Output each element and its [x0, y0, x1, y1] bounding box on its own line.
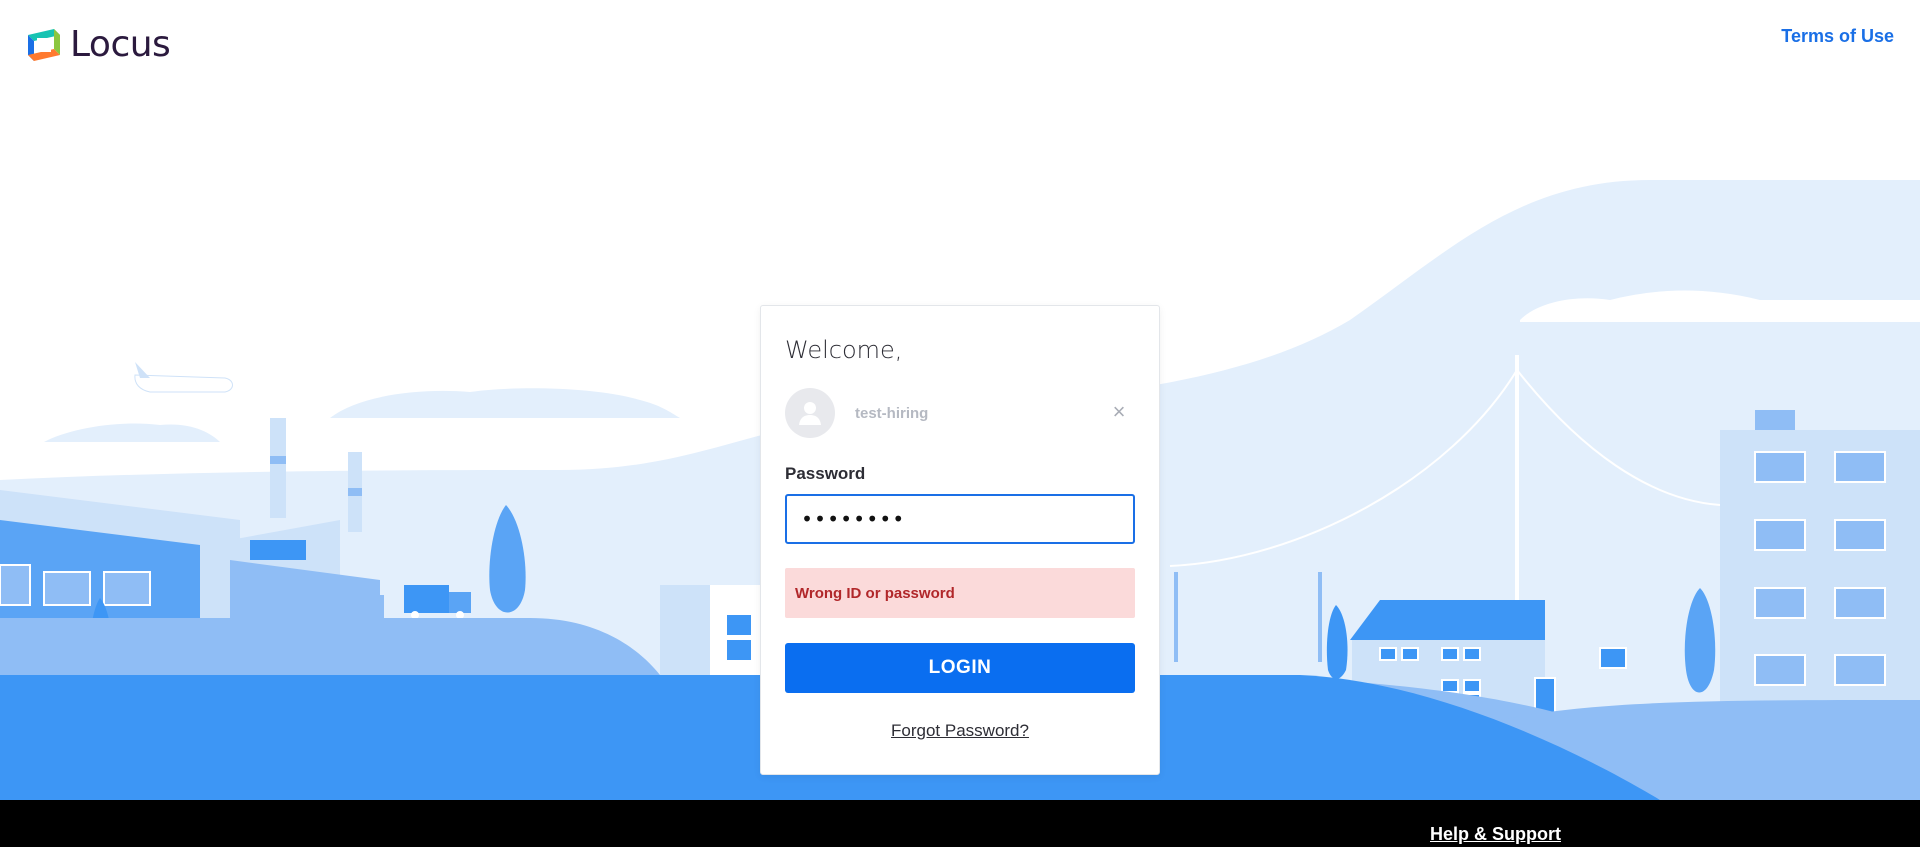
avatar — [785, 388, 835, 438]
locus-logo-icon — [28, 28, 60, 61]
error-alert: Wrong ID or password — [785, 568, 1135, 618]
login-card: Welcome, test-hiring × Password Wrong ID… — [760, 305, 1160, 775]
locus-logo[interactable]: Locus — [24, 24, 171, 65]
login-page: Locus Terms of Use Welcome, test-hiring … — [0, 0, 1920, 847]
help-support-link[interactable]: Help & Support — [1430, 824, 1561, 845]
welcome-heading: Welcome, — [785, 336, 903, 364]
user-icon — [799, 402, 821, 425]
password-input[interactable] — [785, 494, 1135, 544]
terms-of-use-link[interactable]: Terms of Use — [1781, 26, 1894, 47]
login-button[interactable]: LOGIN — [785, 643, 1135, 693]
forgot-password-link[interactable]: Forgot Password? — [785, 721, 1135, 741]
error-message: Wrong ID or password — [795, 584, 955, 602]
username-text: test-hiring — [855, 404, 929, 422]
close-icon[interactable]: × — [1107, 401, 1131, 425]
footer-bar — [0, 800, 1920, 847]
password-label: Password — [785, 464, 866, 483]
selected-user-row: test-hiring × — [785, 388, 1135, 438]
brand-name: Locus — [70, 24, 171, 65]
